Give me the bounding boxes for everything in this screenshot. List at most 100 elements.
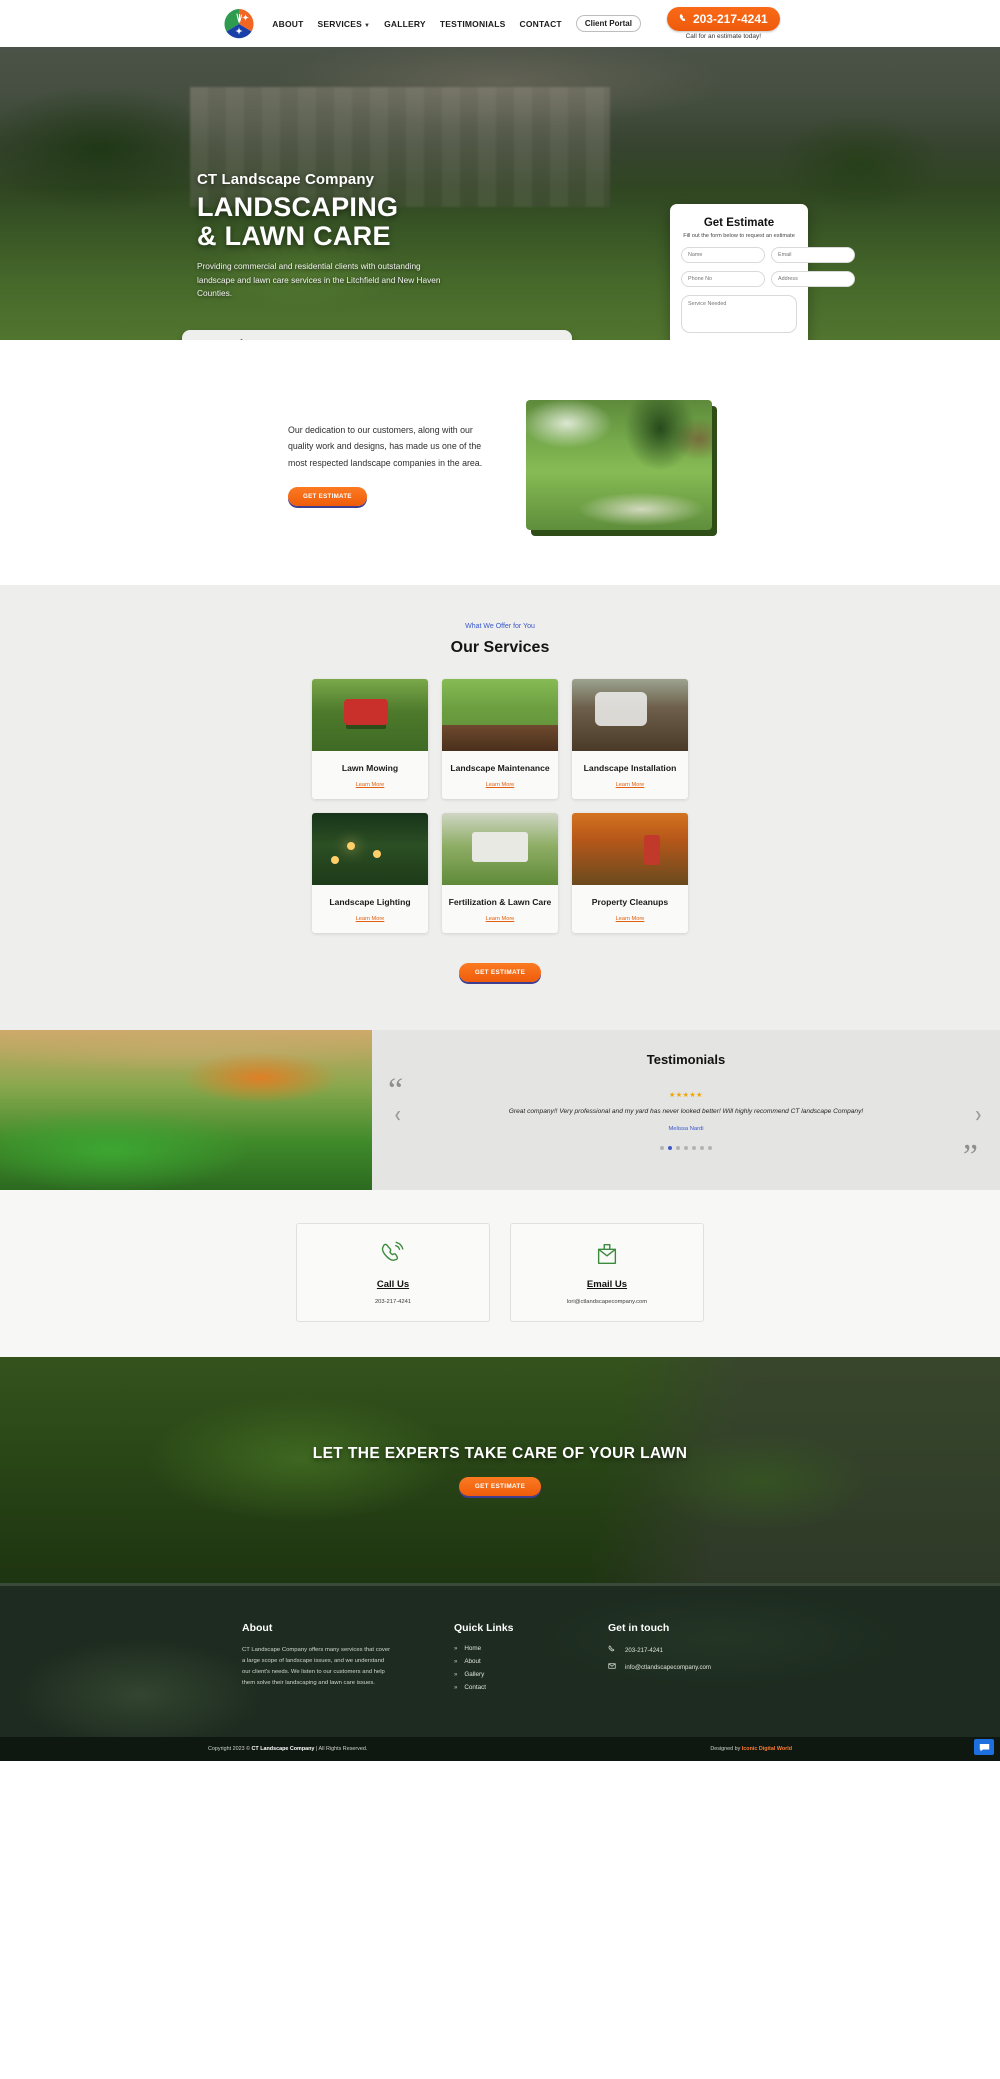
phone-call-button[interactable]: 203-217-4241: [666, 7, 780, 31]
about-section: Our dedication to our customers, along w…: [0, 340, 1000, 585]
services-get-estimate-button[interactable]: GET ESTIMATE: [458, 963, 542, 982]
phone-icon: [679, 12, 688, 26]
service-needed-field[interactable]: [681, 295, 797, 333]
service-card[interactable]: Property Cleanups Learn More: [572, 813, 688, 933]
hero-description: Providing commercial and residential cli…: [197, 261, 441, 299]
carousel-dot[interactable]: [692, 1145, 696, 1150]
hero-text-block: CT Landscape Company LANDSCAPING & LAWN …: [197, 171, 447, 301]
testimonials-title: Testimonials: [646, 1052, 726, 1067]
footer-link-home[interactable]: Home: [464, 1645, 481, 1652]
residential-commercial-badge: Residential and Commercial: [182, 330, 572, 340]
carousel-dot[interactable]: [700, 1145, 704, 1150]
service-title: Fertilization & Lawn Care: [448, 897, 552, 907]
service-learn-more-link[interactable]: Learn More: [442, 907, 558, 933]
quote-close-icon: ”: [962, 1138, 978, 1175]
footer-links-title: Quick Links: [454, 1622, 514, 1634]
phone-number-label: 203-217-4241: [692, 12, 768, 26]
service-learn-more-link[interactable]: Learn More: [312, 773, 428, 799]
credit-brand[interactable]: Iconic Digital World: [742, 1746, 792, 1752]
testimonial-prev-button[interactable]: ❮: [394, 1110, 402, 1121]
site-header: ABOUT SERVICES ▼ GALLERY TESTIMONIALS CON…: [0, 0, 1000, 47]
chat-widget-button[interactable]: [974, 1739, 994, 1755]
primary-nav: ABOUT SERVICES ▼ GALLERY TESTIMONIALS CON…: [272, 15, 641, 32]
nav-item-testimonials[interactable]: TESTIMONIALS: [440, 19, 506, 29]
about-image-wrap: [526, 400, 717, 536]
service-card[interactable]: Landscape Maintenance Learn More: [442, 679, 558, 799]
footer-link-row[interactable]: » About: [454, 1658, 546, 1665]
footer-phone-value: 203-217-4241: [625, 1646, 663, 1654]
carousel-dot[interactable]: [684, 1145, 688, 1150]
credit-text: Designed by Iconic Digital World: [710, 1746, 792, 1752]
nav-item-contact[interactable]: CONTACT: [520, 19, 562, 29]
chevron-right-icon: »: [454, 1658, 458, 1665]
carousel-dot-active[interactable]: [668, 1145, 672, 1150]
service-title: Landscape Lighting: [329, 897, 411, 907]
nav-item-gallery[interactable]: GALLERY: [384, 19, 426, 29]
mail-icon: [608, 1662, 617, 1672]
phone-field[interactable]: [681, 271, 765, 287]
footer-link-row[interactable]: » Gallery: [454, 1671, 546, 1678]
service-thumbnail: [312, 813, 428, 885]
carousel-dot[interactable]: [660, 1145, 664, 1150]
cta-title: LET THE EXPERTS TAKE CARE OF YOUR LAWN: [312, 1444, 688, 1462]
service-learn-more-link[interactable]: Learn More: [572, 773, 688, 799]
about-lawn-image: [526, 400, 712, 530]
testimonials-section: Testimonials “ ” ❮ ❯ ★★★★★ Great company…: [0, 1030, 1000, 1190]
footer-phone-row[interactable]: 203-217-4241: [608, 1645, 758, 1655]
testimonial-next-button[interactable]: ❯: [974, 1110, 982, 1121]
chevron-right-icon: »: [454, 1684, 458, 1691]
service-card[interactable]: Landscape Installation Learn More: [572, 679, 688, 799]
service-card[interactable]: Fertilization & Lawn Care Learn More: [442, 813, 558, 933]
nav-item-services[interactable]: SERVICES ▼: [318, 19, 371, 29]
call-us-card[interactable]: Call Us 203-217-4241: [296, 1223, 490, 1322]
call-us-title[interactable]: Call Us: [307, 1279, 479, 1290]
quote-open-icon: “: [388, 1072, 404, 1109]
carousel-dot[interactable]: [676, 1145, 680, 1150]
email-us-card[interactable]: Email Us lori@ctlandscapecompany.com: [510, 1223, 704, 1322]
service-learn-more-link[interactable]: Learn More: [572, 907, 688, 933]
footer-link-row[interactable]: » Contact: [454, 1684, 546, 1691]
name-field[interactable]: [681, 247, 765, 263]
carousel-dot[interactable]: [708, 1145, 712, 1150]
call-us-value: 203-217-4241: [374, 1299, 412, 1305]
chevron-right-icon: »: [454, 1671, 458, 1678]
footer-link-gallery[interactable]: Gallery: [464, 1671, 484, 1678]
service-title: Landscape Maintenance: [450, 763, 550, 773]
services-kicker: What We Offer for You: [465, 623, 535, 630]
footer-contact-title: Get in touch: [608, 1622, 670, 1634]
service-learn-more-link[interactable]: Learn More: [312, 907, 428, 933]
service-learn-more-link[interactable]: Learn More: [442, 773, 558, 799]
client-portal-button[interactable]: Client Portal: [575, 15, 641, 32]
service-thumbnail: [312, 679, 428, 751]
hero-title-line-1: LANDSCAPING: [197, 191, 399, 222]
copyright-brand: CT Landscape Company: [251, 1746, 315, 1752]
service-card[interactable]: Landscape Lighting Learn More: [312, 813, 428, 933]
testimonials-panel: Testimonials “ ” ❮ ❯ ★★★★★ Great company…: [372, 1030, 1000, 1190]
service-card[interactable]: Lawn Mowing Learn More: [312, 679, 428, 799]
testimonial-quote: Great company!! Very professional and my…: [508, 1108, 864, 1115]
nav-label: CONTACT: [519, 18, 562, 29]
nav-item-about[interactable]: ABOUT: [272, 19, 303, 29]
nav-label: TESTIMONIALS: [439, 18, 506, 29]
footer-link-about[interactable]: About: [464, 1658, 480, 1665]
service-title: Landscape Installation: [583, 763, 677, 773]
site-footer: About CT Landscape Company offers many s…: [0, 1583, 1000, 1761]
chevron-down-icon: ▼: [363, 22, 371, 29]
service-thumbnail: [442, 813, 558, 885]
nav-label: ABOUT: [272, 18, 304, 29]
footer-link-contact[interactable]: Contact: [464, 1684, 486, 1691]
ct-landscape-logo[interactable]: [220, 5, 258, 43]
about-text-block: Our dedication to our customers, along w…: [288, 400, 488, 506]
services-section: What We Offer for You Our Services Lawn …: [0, 585, 1000, 1030]
service-title: Property Cleanups: [591, 897, 669, 907]
email-us-value: lori@ctlandscapecompany.com: [566, 1299, 648, 1305]
footer-email-row[interactable]: info@ctlandscapecompany.com: [608, 1662, 758, 1672]
footer-link-row[interactable]: » Home: [454, 1645, 546, 1652]
hero-section: CT Landscape Company LANDSCAPING & LAWN …: [0, 47, 1000, 340]
email-us-title[interactable]: Email Us: [521, 1279, 693, 1290]
about-get-estimate-button[interactable]: GET ESTIMATE: [288, 486, 367, 506]
estimate-form-title: Get Estimate: [703, 217, 775, 229]
email-field[interactable]: [771, 247, 855, 263]
address-field[interactable]: [771, 271, 855, 287]
cta-get-estimate-button[interactable]: GET ESTIMATE: [458, 1476, 542, 1496]
